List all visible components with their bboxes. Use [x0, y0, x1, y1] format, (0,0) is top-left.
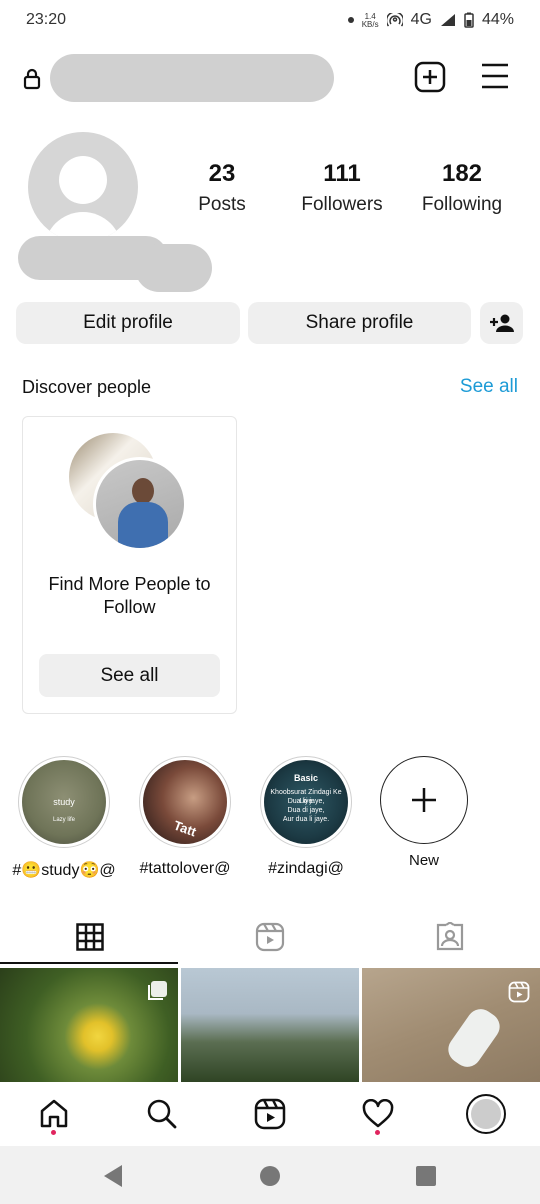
- posts-label: Posts: [198, 194, 246, 215]
- post-thumbnail[interactable]: [362, 968, 540, 1082]
- create-icon[interactable]: [414, 61, 446, 93]
- highlight-label: #tattolover@: [139, 860, 231, 877]
- suggestion-card: Find More People to Follow See all: [22, 416, 237, 714]
- home-icon: [40, 1099, 68, 1128]
- signal-icon: [440, 14, 455, 26]
- suggested-user-photo-front: [93, 457, 187, 551]
- battery-level: 44%: [481, 11, 514, 28]
- tagged-icon: [436, 922, 464, 951]
- profile-avatar-icon: [466, 1094, 506, 1134]
- carousel-icon: [148, 981, 167, 1000]
- network-type: 4G: [410, 11, 432, 28]
- back-icon[interactable]: [102, 1164, 124, 1188]
- status-icons: 1.4 KB/s 4G 44%: [347, 11, 514, 29]
- lock-icon: [23, 68, 41, 90]
- reels-icon: [255, 922, 285, 952]
- highlight-label: #zindagi@: [268, 860, 344, 877]
- active-tab-indicator: [0, 962, 178, 964]
- bottom-nav: [0, 1082, 540, 1146]
- display-name-redacted-tail: [135, 244, 212, 292]
- discover-people-title: Discover people: [22, 377, 152, 397]
- status-bar: 23:20 1.4 KB/s 4G 44%: [0, 0, 540, 40]
- nav-reels[interactable]: [250, 1094, 290, 1134]
- net-speed: 1.4 KB/s: [361, 12, 379, 29]
- profile-top-bar: [0, 52, 540, 104]
- following-count: 182: [441, 160, 483, 187]
- nav-search[interactable]: [142, 1094, 182, 1134]
- edit-profile-button[interactable]: Edit profile: [16, 302, 240, 344]
- suggestion-card-title: Find More People to Follow: [48, 574, 211, 617]
- reels-icon: [254, 1098, 286, 1130]
- posts-count: 23: [208, 160, 236, 187]
- hotspot-icon: [386, 13, 403, 27]
- system-nav-bar: [0, 1146, 540, 1204]
- reel-badge-icon: [508, 981, 530, 1002]
- following-label: Following: [421, 194, 503, 215]
- notification-dot-icon: [347, 17, 354, 23]
- tab-posts-grid[interactable]: [0, 912, 180, 962]
- search-icon: [147, 1099, 177, 1129]
- menu-icon[interactable]: [480, 62, 510, 90]
- add-person-icon: [489, 314, 514, 332]
- highlight-study[interactable]: study Lazy life #😬study😳@: [12, 756, 116, 880]
- recents-icon[interactable]: [415, 1165, 437, 1187]
- share-profile-button[interactable]: Share profile: [248, 302, 471, 344]
- highlight-tattolover-cover: Tatt: [143, 760, 227, 844]
- plus-icon: [412, 788, 436, 812]
- new-highlight-button[interactable]: New: [378, 756, 470, 869]
- suggestion-see-all-button[interactable]: See all: [39, 654, 220, 697]
- highlight-zindagi-cover: Basic Khoobsurat Zindagi Ke Liye Dua ki …: [264, 760, 348, 844]
- battery-icon: [464, 12, 474, 28]
- new-highlight-label: New: [408, 852, 439, 869]
- home-circle-icon[interactable]: [259, 1165, 281, 1187]
- posts-stat[interactable]: 23 Posts: [162, 160, 282, 216]
- highlight-study-cover: study Lazy life: [22, 760, 106, 844]
- followers-label: Followers: [301, 194, 383, 215]
- discover-see-all-link[interactable]: See all: [460, 376, 518, 398]
- username-switcher[interactable]: [50, 54, 334, 102]
- heart-icon: [362, 1099, 394, 1128]
- nav-home[interactable]: [34, 1094, 74, 1134]
- highlight-label: #😬study😳@: [12, 862, 116, 879]
- activity-notification-dot: [375, 1130, 380, 1135]
- discover-people-button[interactable]: [480, 302, 523, 344]
- status-time: 23:20: [26, 11, 67, 28]
- profile-avatar[interactable]: [28, 132, 138, 242]
- post-thumbnail[interactable]: [0, 968, 178, 1082]
- grid-icon: [76, 923, 104, 951]
- highlight-tattolover[interactable]: Tatt #tattolover@: [139, 756, 231, 878]
- followers-count: 111: [323, 160, 361, 187]
- post-thumbnail[interactable]: [181, 968, 359, 1082]
- highlight-zindagi[interactable]: Basic Khoobsurat Zindagi Ke Liye Dua ki …: [260, 756, 352, 878]
- tab-reels[interactable]: [180, 912, 360, 962]
- followers-stat[interactable]: 111 Followers: [282, 160, 402, 216]
- nav-profile[interactable]: [466, 1094, 506, 1134]
- home-notification-dot: [51, 1130, 56, 1135]
- following-stat[interactable]: 182 Following: [402, 160, 522, 216]
- nav-activity[interactable]: [358, 1094, 398, 1134]
- tab-tagged[interactable]: [360, 912, 540, 962]
